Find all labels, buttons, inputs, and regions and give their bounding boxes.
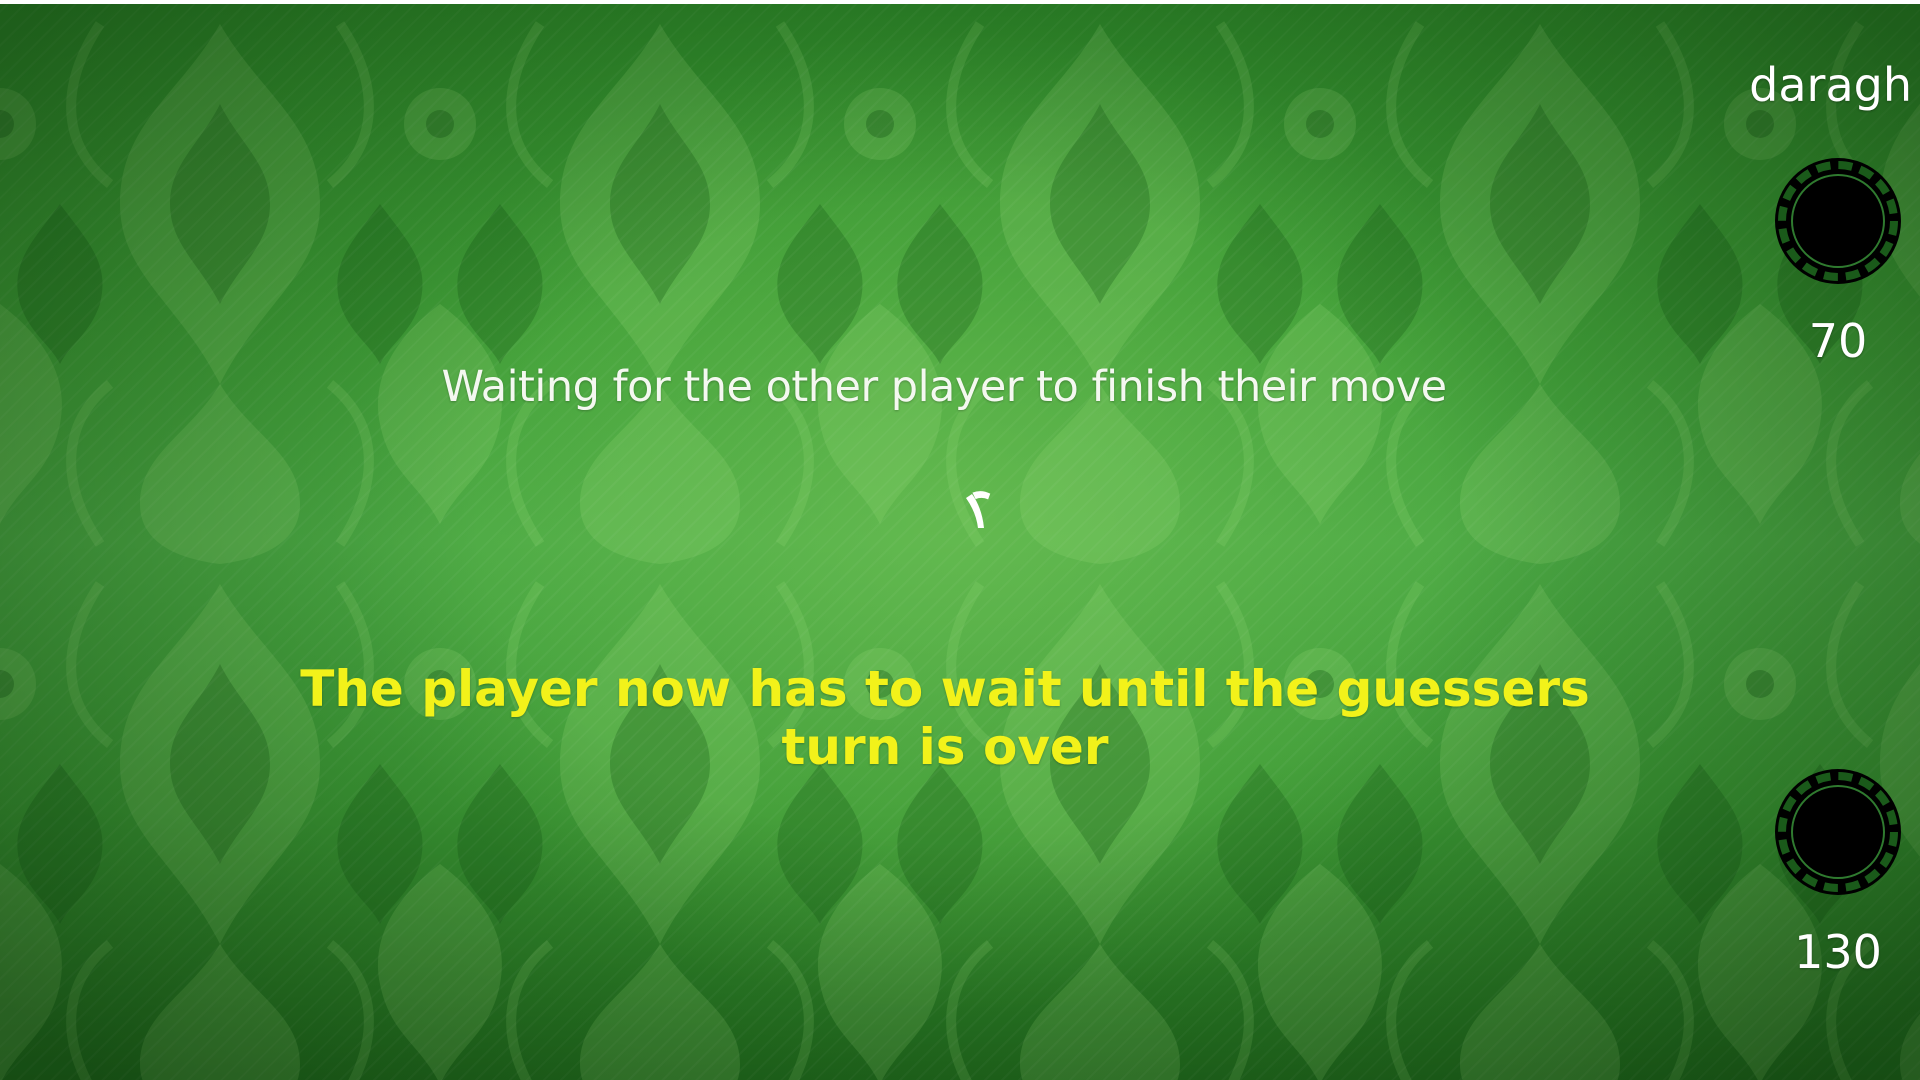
vignette-overlay — [0, 4, 1920, 1080]
chip-count-top: 70 — [1808, 314, 1868, 368]
game-screen: Waiting for the other player to finish t… — [0, 0, 1920, 1080]
chip-count-bottom: 130 — [1794, 925, 1882, 979]
game-table — [0, 4, 1920, 1080]
player-name: daragh — [1749, 58, 1912, 112]
tutorial-hint-text: The player now has to wait until the gue… — [300, 660, 1590, 776]
poker-chip-icon — [1775, 769, 1901, 895]
poker-chip-icon — [1775, 158, 1901, 284]
loading-spinner-icon — [966, 491, 991, 528]
waiting-status-text: Waiting for the other player to finish t… — [441, 362, 1447, 412]
